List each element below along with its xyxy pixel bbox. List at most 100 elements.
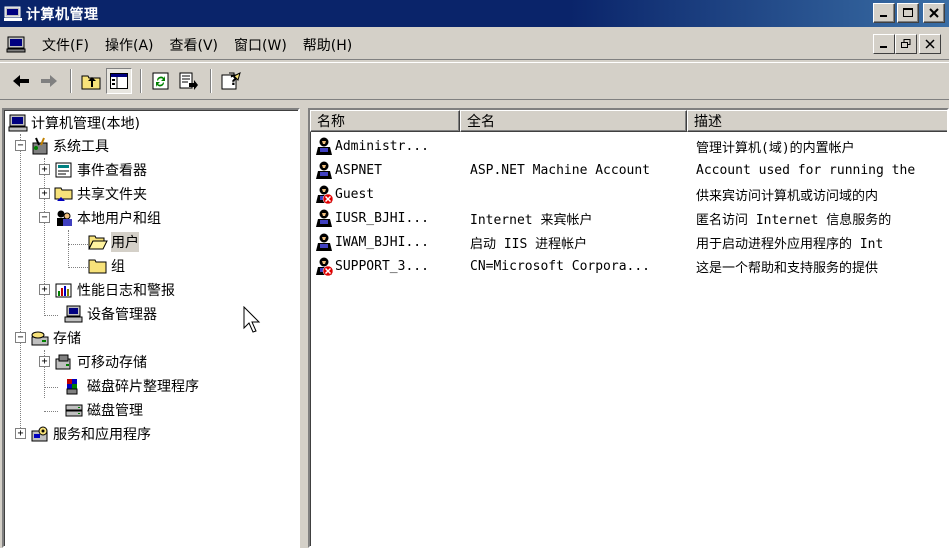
user-description: Account used for running the — [696, 162, 916, 178]
back-icon — [13, 75, 29, 87]
tree-label: 计算机管理(本地) — [31, 116, 140, 132]
expand-toggle[interactable]: + — [39, 356, 50, 367]
column-header-name[interactable]: 名称 — [310, 110, 460, 132]
tree-item-storage[interactable]: 存储 — [30, 327, 81, 349]
shared-folder-icon — [54, 187, 73, 201]
column-header-description[interactable]: 描述 — [687, 110, 947, 132]
tree-label: 服务和应用程序 — [53, 427, 151, 443]
minimize-icon — [880, 15, 887, 17]
list-header: 名称 全名 描述 — [310, 110, 947, 132]
user-row[interactable]: Guest 供来宾访问计算机或访问域的内 — [310, 182, 947, 206]
back-button[interactable] — [8, 68, 34, 94]
minimize-button[interactable] — [873, 3, 895, 23]
disabled-user-icon — [316, 257, 334, 276]
tree-item-services-apps[interactable]: 服务和应用程序 — [30, 423, 151, 445]
user-row[interactable]: ASPNET ASP.NET Machine Account Account use… — [310, 158, 947, 182]
export-list-icon — [179, 72, 198, 90]
pane-splitter[interactable] — [300, 108, 308, 548]
expand-toggle[interactable]: + — [39, 284, 50, 295]
restore-icon — [901, 39, 911, 48]
user-icon — [316, 209, 332, 227]
expand-toggle[interactable]: + — [39, 188, 50, 199]
user-row[interactable]: Administr... 管理计算机(域)的内置帐户 — [310, 134, 947, 158]
menu-window[interactable]: 窗口(W) — [230, 35, 299, 55]
tree-label: 存储 — [53, 331, 81, 347]
disk-defragmenter-icon — [66, 379, 78, 395]
menu-help[interactable]: 帮助(H) — [299, 35, 364, 55]
user-name: Guest — [335, 186, 375, 202]
tree-line — [44, 315, 58, 316]
tree-label: 可移动存储 — [77, 355, 147, 371]
close-button[interactable] — [923, 3, 945, 23]
tree-item-device-manager[interactable]: 设备管理器 — [64, 303, 157, 325]
tree-item-root[interactable]: 计算机管理(本地) — [8, 112, 140, 134]
folder-icon — [88, 259, 107, 274]
forward-button[interactable] — [36, 68, 62, 94]
refresh-button[interactable] — [148, 68, 174, 94]
minimize-icon — [880, 46, 887, 48]
user-icon — [316, 161, 332, 179]
tree-item-perf-logs[interactable]: 性能日志和警报 — [54, 279, 175, 301]
tree-line — [68, 244, 88, 245]
open-folder-icon — [88, 235, 108, 250]
tree-item-shared-folders[interactable]: 共享文件夹 — [54, 183, 147, 205]
computer-icon — [8, 114, 28, 132]
tree-item-system-tools[interactable]: 系统工具 — [30, 135, 109, 157]
tree-item-removable-storage[interactable]: 可移动存储 — [54, 351, 147, 373]
user-row[interactable]: IWAM_BJHI... 启动 IIS 进程帐户 用于启动进程外应用程序的 Int — [310, 230, 947, 254]
event-viewer-icon — [55, 162, 72, 178]
expand-toggle[interactable]: + — [15, 428, 26, 439]
user-name: SUPPORT_3... — [335, 258, 429, 274]
show-hide-tree-button[interactable] — [106, 68, 132, 94]
storage-icon — [31, 331, 49, 346]
expand-toggle[interactable]: + — [39, 164, 50, 175]
user-fullname: ASP.NET Machine Account — [470, 162, 651, 178]
show-hide-tree-icon — [110, 73, 128, 89]
user-description: 这是一个帮助和支持服务的提供 — [696, 260, 879, 276]
tree-item-disk-management[interactable]: 磁盘管理 — [64, 399, 143, 421]
disk-management-icon — [65, 404, 83, 417]
user-name: IWAM_BJHI... — [335, 234, 429, 250]
user-row[interactable]: SUPPORT_3... CN=Microsoft Corpora... 这是一个帮… — [310, 254, 947, 278]
window-title: 计算机管理 — [26, 6, 99, 23]
tree-line — [44, 387, 58, 388]
tree-item-defrag[interactable]: 磁盘碎片整理程序 — [64, 375, 199, 397]
tree-item-users[interactable]: 用户 — [88, 231, 139, 253]
forward-icon — [41, 75, 57, 87]
child-close-button[interactable] — [919, 34, 941, 54]
system-menu-icon[interactable] — [6, 36, 28, 54]
collapse-toggle[interactable]: − — [39, 212, 50, 223]
tree-item-event-viewer[interactable]: 事件查看器 — [54, 159, 147, 181]
export-list-button[interactable] — [176, 68, 202, 94]
user-description: 供来宾访问计算机或访问域的内 — [696, 188, 879, 204]
child-restore-button[interactable] — [895, 34, 917, 54]
tree-item-groups[interactable]: 组 — [88, 255, 125, 277]
menu-action[interactable]: 操作(A) — [101, 35, 166, 55]
menu-file[interactable]: 文件(F) — [38, 35, 101, 55]
menu-bar: 文件(F) 操作(A) 查看(V) 窗口(W) 帮助(H) — [0, 30, 949, 60]
tree-label: 共享文件夹 — [77, 187, 147, 203]
user-name-cell: SUPPORT_3... — [310, 256, 464, 276]
collapse-toggle[interactable]: − — [15, 140, 26, 151]
maximize-icon — [903, 8, 913, 17]
child-minimize-button[interactable] — [873, 34, 895, 54]
disabled-user-icon — [316, 185, 334, 204]
help-button[interactable]: ? — [218, 68, 244, 94]
up-one-level-button[interactable] — [78, 68, 104, 94]
user-fullname: CN=Microsoft Corpora... — [470, 258, 651, 274]
collapse-toggle[interactable]: − — [15, 332, 26, 343]
column-header-fullname[interactable]: 全名 — [460, 110, 687, 132]
user-row[interactable]: IUSR_BJHI... Internet 来宾帐户 匿名访问 Internet 信… — [310, 206, 947, 230]
toolbar-separator — [140, 69, 142, 93]
menu-view[interactable]: 查看(V) — [166, 35, 231, 55]
user-name: IUSR_BJHI... — [335, 210, 429, 226]
user-description: 管理计算机(域)的内置帐户 — [696, 140, 855, 156]
toolbar: ? — [0, 62, 949, 100]
user-fullname: 启动 IIS 进程帐户 — [470, 236, 588, 252]
maximize-button[interactable] — [897, 3, 919, 23]
user-description: 用于启动进程外应用程序的 Int — [696, 236, 884, 252]
tree-item-local-users-groups[interactable]: 本地用户和组 — [54, 207, 161, 229]
tree-label: 事件查看器 — [77, 163, 147, 179]
details-list-pane[interactable]: 名称 全名 描述 Administr... 管理计算机(域)的内置帐户 ASPNET… — [308, 108, 949, 548]
mouse-pointer-icon — [243, 306, 261, 333]
